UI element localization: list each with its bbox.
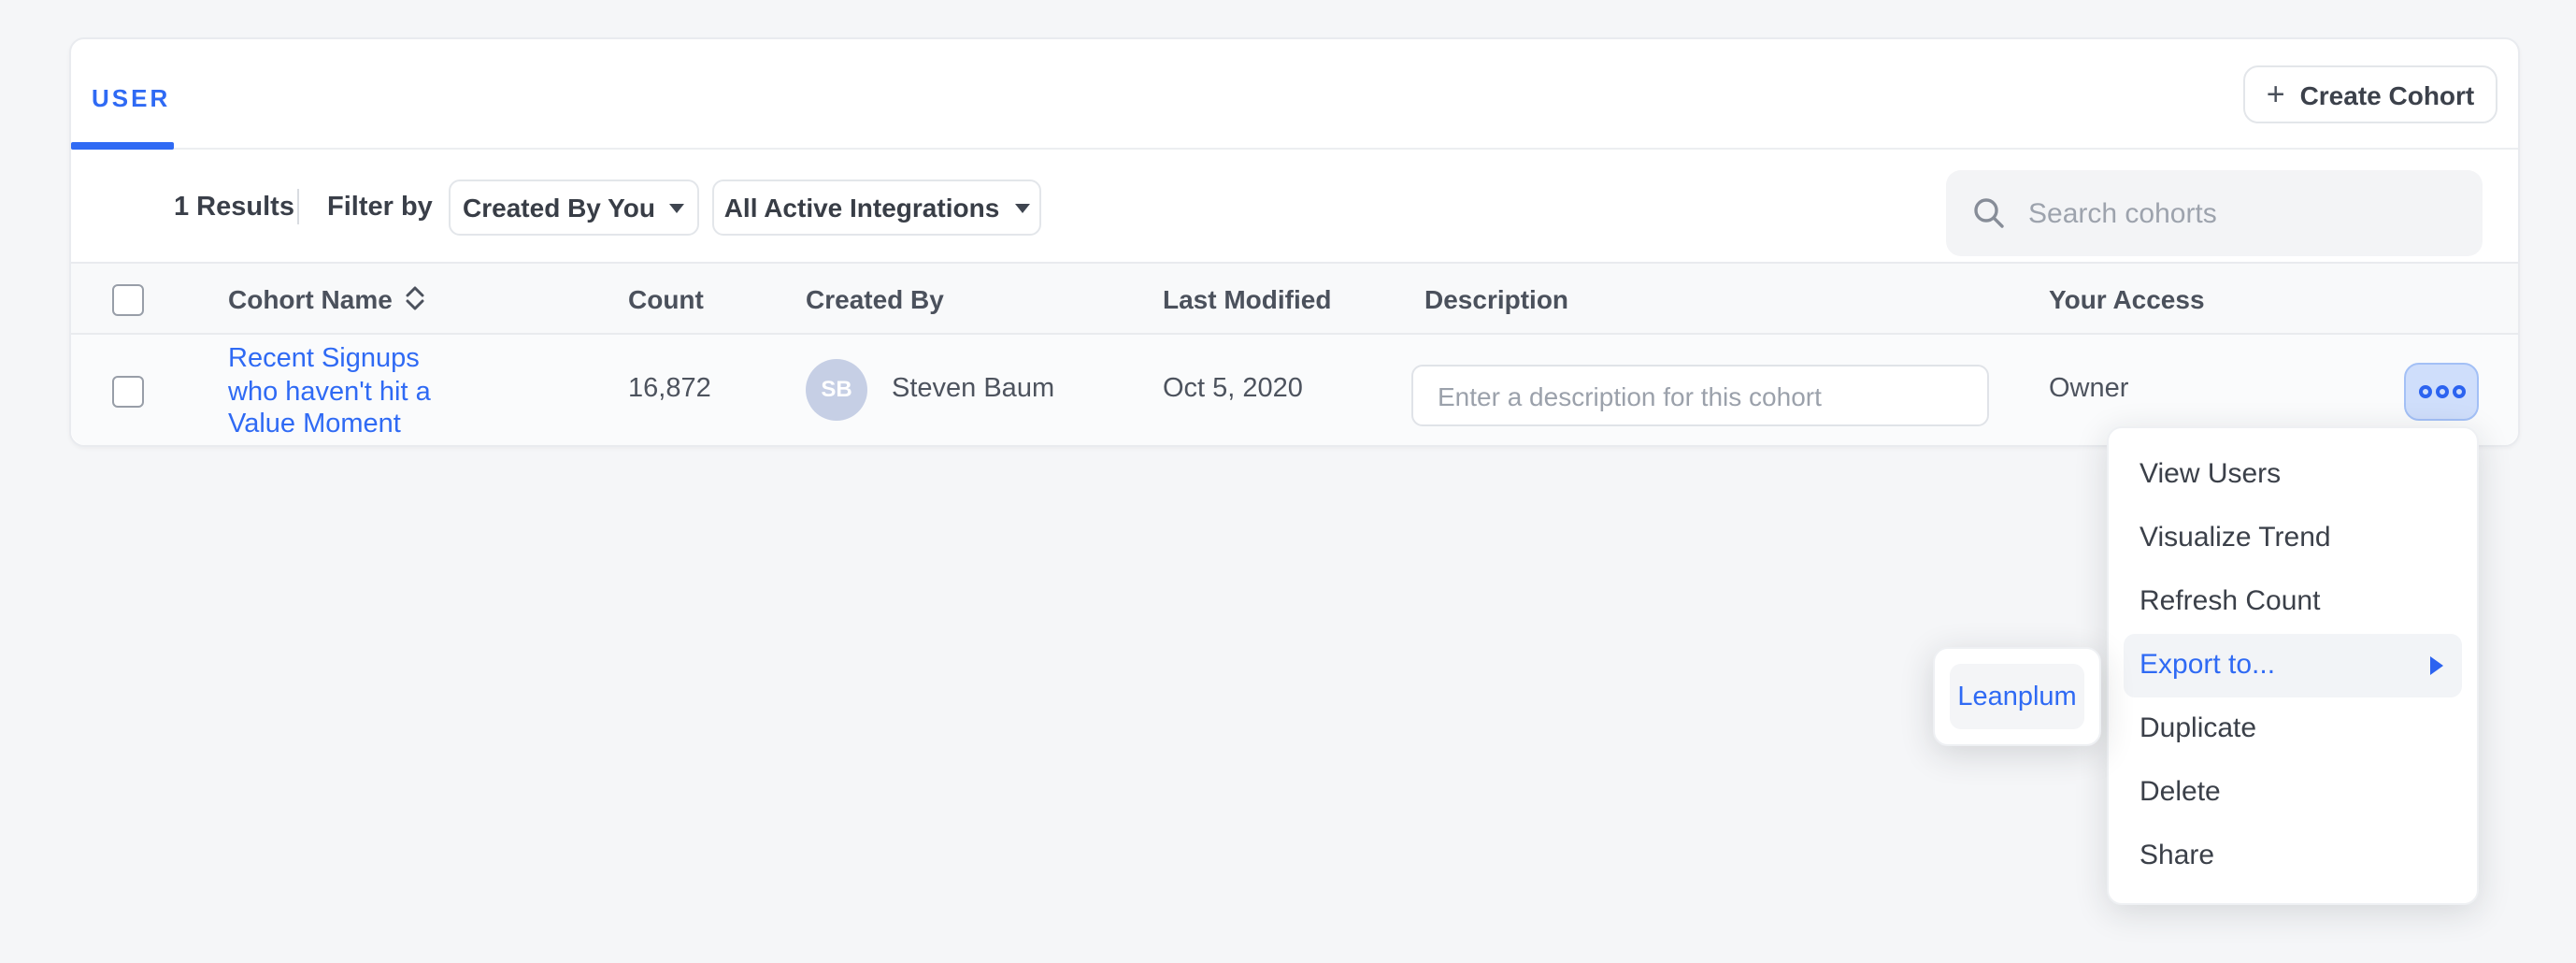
integrations-filter-dropdown[interactable]: All Active Integrations xyxy=(712,180,1041,236)
select-all-checkbox[interactable] xyxy=(111,284,143,316)
cohorts-card: USER + Create Cohort 1 Results Filter by… xyxy=(69,37,2519,446)
menu-item-refresh-count[interactable]: Refresh Count xyxy=(2108,569,2477,633)
table-header-row: Cohort Name Count Created By Last Modifi… xyxy=(71,262,2517,335)
cohorts-page: USER + Create Cohort 1 Results Filter by… xyxy=(0,0,2576,963)
menu-item-visualize-trend[interactable]: Visualize Trend xyxy=(2108,506,2477,569)
submenu-item-leanplum[interactable]: Leanplum xyxy=(1950,664,2084,729)
last-modified-cell: Oct 5, 2020 xyxy=(1163,335,1303,444)
integrations-filter-value: All Active Integrations xyxy=(724,193,1000,223)
created-by-filter-dropdown[interactable]: Created By You xyxy=(449,180,699,236)
menu-item-duplicate[interactable]: Duplicate xyxy=(2108,697,2477,760)
filter-by-label: Filter by xyxy=(327,193,433,223)
column-header-description: Description xyxy=(1424,264,1568,333)
created-by-cell: SB Steven Baum xyxy=(806,335,1054,444)
export-to-label: Export to... xyxy=(2140,649,2275,681)
row-checkbox[interactable] xyxy=(111,375,143,407)
creator-name: Steven Baum xyxy=(892,375,1054,405)
search-icon xyxy=(1972,196,2006,230)
row-actions-menu: View Users Visualize Trend Refresh Count… xyxy=(2106,425,2479,904)
tab-user[interactable]: USER xyxy=(92,84,170,112)
avatar: SB xyxy=(806,359,867,421)
sort-icon[interactable] xyxy=(406,286,424,310)
cohort-name-link[interactable]: Recent Signups who haven't hit a Value M… xyxy=(228,344,475,443)
tab-bar: USER + Create Cohort xyxy=(71,39,2517,150)
active-tab-indicator xyxy=(71,142,174,150)
column-header-last-modified: Last Modified xyxy=(1163,264,1331,333)
column-header-count: Count xyxy=(628,264,704,333)
create-cohort-button[interactable]: + Create Cohort xyxy=(2243,65,2497,123)
chevron-down-icon xyxy=(1014,204,1029,213)
description-input[interactable] xyxy=(1411,365,1989,426)
submenu-arrow-icon xyxy=(2429,655,2442,674)
menu-item-export-to[interactable]: Export to... xyxy=(2124,633,2461,697)
search-input[interactable] xyxy=(2025,195,2456,231)
create-cohort-label: Create Cohort xyxy=(2300,79,2475,109)
column-header-cohort-name[interactable]: Cohort Name xyxy=(228,264,424,333)
more-options-button[interactable] xyxy=(2404,363,2479,421)
column-header-your-access: Your Access xyxy=(2049,264,2205,333)
chevron-down-icon xyxy=(670,204,685,213)
export-submenu: Leanplum xyxy=(1933,647,2101,746)
filter-toolbar: 1 Results Filter by Created By You All A… xyxy=(71,150,2517,264)
cohort-count: 16,872 xyxy=(628,335,711,444)
search-box[interactable] xyxy=(1946,170,2483,256)
created-by-filter-value: Created By You xyxy=(463,193,655,223)
menu-item-share[interactable]: Share xyxy=(2108,824,2477,887)
plus-icon: + xyxy=(2267,78,2285,109)
menu-item-view-users[interactable]: View Users xyxy=(2108,442,2477,506)
ellipsis-icon xyxy=(2452,385,2465,398)
ellipsis-icon xyxy=(2418,385,2431,398)
ellipsis-icon xyxy=(2435,385,2448,398)
toolbar-divider xyxy=(297,189,299,224)
results-count: 1 Results xyxy=(174,193,294,223)
menu-item-delete[interactable]: Delete xyxy=(2108,760,2477,824)
cohort-name-header-label: Cohort Name xyxy=(228,283,393,313)
column-header-created-by: Created By xyxy=(806,264,944,333)
